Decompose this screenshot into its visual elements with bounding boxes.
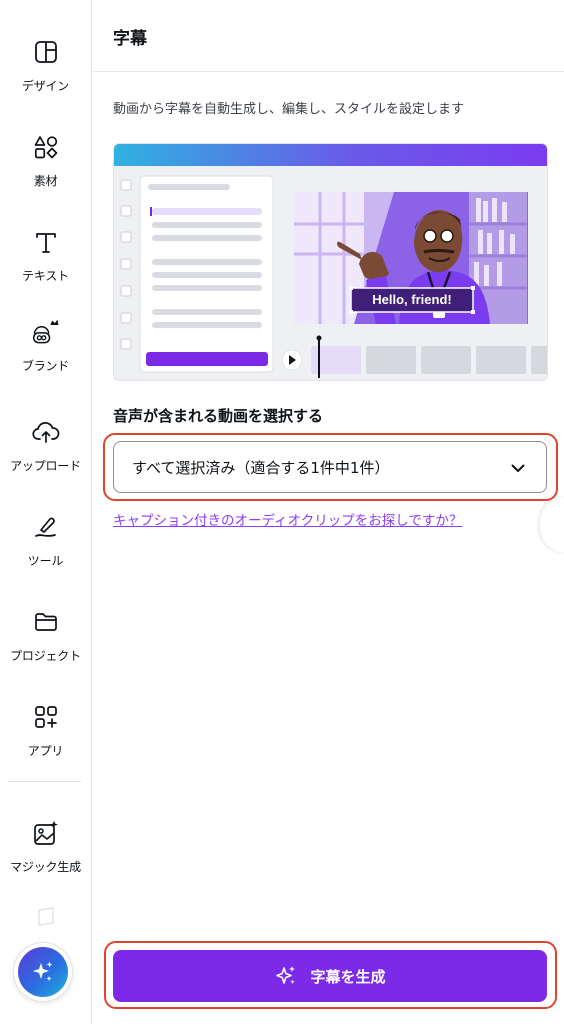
illustration-artwork	[120, 175, 547, 378]
rail-item-label: テキスト	[22, 269, 69, 283]
video-select-dropdown[interactable]: すべて選択済み（適合する1件中1件）	[113, 441, 547, 493]
rail-item-upload[interactable]: アップロード	[0, 403, 91, 483]
rail-item-label: プロジェクト	[10, 649, 81, 663]
rail-item-tools[interactable]: ツール	[0, 498, 91, 578]
rail-item-label: デザイン	[21, 79, 70, 93]
captions-panel: 字幕 動画から字幕を自動生成し、編集し、スタイルを設定します Hello, fr…	[93, 0, 564, 1024]
panel-title: 字幕	[113, 29, 147, 49]
rail-item-apps[interactable]: アプリ	[0, 688, 91, 768]
illustration-caption-text: Hello, friend!	[372, 292, 452, 307]
cloud-upload-icon	[31, 417, 61, 447]
generate-button-label: 字幕を生成	[310, 968, 386, 986]
magic-media-icon	[31, 818, 61, 848]
captions-illustration: Hello, friend!	[113, 143, 548, 381]
panel-description: 動画から字幕を自動生成し、編集し、スタイルを設定します	[113, 102, 465, 117]
rail-item-magic-media[interactable]: マジック生成	[0, 804, 91, 884]
rail-item-text[interactable]: テキスト	[0, 213, 91, 293]
chevron-down-icon	[508, 458, 528, 478]
rail-item-label: アプリ	[27, 744, 64, 758]
rail-item-label: アップロード	[10, 459, 81, 473]
rail-item-label: ツール	[27, 554, 64, 568]
sparkle-icon	[18, 947, 68, 997]
rail-item-design[interactable]: デザイン	[0, 23, 91, 103]
rail-item-label: 素材	[33, 174, 58, 188]
brand-icon	[31, 317, 61, 347]
panel-header: 字幕	[93, 0, 564, 72]
video-select-label: 音声が含まれる動画を選択する	[113, 407, 324, 425]
rail-item-elements[interactable]: 素材	[0, 118, 91, 198]
rail-item-projects[interactable]: プロジェクト	[0, 593, 91, 673]
draw-pen-icon	[31, 512, 61, 542]
elements-shapes-icon	[31, 132, 61, 162]
video-select-value: すべて選択済み（適合する1件中1件）	[132, 458, 390, 477]
generate-captions-button[interactable]: 字幕を生成	[113, 950, 547, 1002]
sparkles-icon	[274, 964, 298, 988]
folder-icon	[31, 607, 61, 637]
magic-assistant-button[interactable]	[14, 943, 72, 1001]
rail-item-brand[interactable]: ブランド	[0, 303, 91, 383]
rail-divider	[8, 781, 81, 782]
rail-item-label: マジック生成	[10, 860, 81, 874]
audio-clip-link[interactable]: キャプション付きのオーディオクリップをお探しですか？	[113, 509, 462, 529]
apps-grid-icon	[31, 702, 61, 732]
rail-item-label: ブランド	[21, 359, 70, 373]
design-layout-icon	[31, 37, 61, 67]
faded-rail-icon	[36, 905, 56, 927]
text-T-icon	[31, 227, 61, 257]
side-rail: デザイン 素材 テキスト ブランド アップロード ツール プロジェクト アプリ …	[0, 0, 92, 1024]
